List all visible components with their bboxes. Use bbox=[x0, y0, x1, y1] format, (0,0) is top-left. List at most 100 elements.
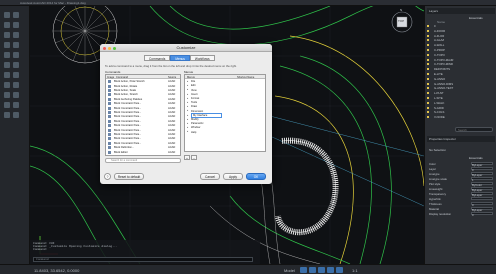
layer-row[interactable]: G-ANNO-DIMS bbox=[427, 82, 495, 86]
minimize-icon[interactable] bbox=[108, 46, 111, 50]
property-value[interactable]: ByLayer bbox=[471, 162, 493, 167]
circle-tool-icon[interactable] bbox=[4, 22, 10, 28]
trim-tool-icon[interactable] bbox=[4, 62, 10, 68]
layer-visibility-icon[interactable] bbox=[427, 92, 429, 95]
disclosure-triangle-icon[interactable]: ▸ bbox=[187, 93, 188, 96]
layer-visibility-icon[interactable] bbox=[427, 87, 429, 90]
layer-row[interactable]: S-GRID bbox=[427, 106, 495, 110]
properties-section[interactable]: Essentials bbox=[469, 156, 483, 160]
property-value[interactable]: ByLayer bbox=[471, 187, 493, 192]
layer-search-input[interactable]: Search bbox=[455, 127, 493, 132]
hatch-tool-icon[interactable] bbox=[13, 32, 19, 38]
layer-row[interactable]: L-SITE bbox=[427, 96, 495, 100]
property-value[interactable]: ByLayer bbox=[471, 207, 493, 212]
rectangle-tool-icon[interactable] bbox=[4, 32, 10, 38]
layer-tool-icon[interactable] bbox=[13, 102, 19, 108]
disclosure-triangle-icon[interactable]: ▸ bbox=[187, 84, 188, 87]
polar-toggle-icon[interactable] bbox=[327, 267, 334, 273]
grid-toggle-icon[interactable] bbox=[300, 267, 307, 273]
layer-visibility-icon[interactable] bbox=[427, 53, 429, 56]
snap-toggle-icon[interactable] bbox=[309, 267, 316, 273]
apply-button[interactable]: Apply bbox=[223, 173, 243, 180]
layer-row[interactable]: G-ANNO-TEXT bbox=[427, 86, 495, 90]
layer-row[interactable]: C-PROP bbox=[427, 48, 495, 52]
layer-visibility-icon[interactable] bbox=[427, 58, 429, 61]
disclosure-triangle-icon[interactable]: ▸ bbox=[187, 101, 188, 104]
fillet-tool-icon[interactable] bbox=[4, 72, 10, 78]
array-tool-icon[interactable] bbox=[13, 82, 19, 88]
layer-row[interactable]: V-NODE bbox=[427, 115, 495, 119]
ortho-toggle-icon[interactable] bbox=[318, 267, 325, 273]
commands-list[interactable]: Image Command Source Block Action, Polar… bbox=[105, 74, 181, 156]
layer-row[interactable]: E-LITE bbox=[427, 72, 495, 76]
tab-commands[interactable]: Commands bbox=[144, 55, 171, 61]
help-button[interactable]: ? bbox=[104, 173, 111, 180]
ok-button[interactable]: OK bbox=[246, 173, 266, 180]
layer-row[interactable]: DEFPOINTS bbox=[427, 67, 495, 71]
layer-visibility-icon[interactable] bbox=[427, 25, 429, 27]
layer-row[interactable]: A-GLAZ bbox=[427, 38, 495, 42]
layer-visibility-icon[interactable] bbox=[427, 77, 429, 80]
layer-visibility-icon[interactable] bbox=[427, 116, 429, 119]
layer-visibility-icon[interactable] bbox=[427, 49, 429, 51]
layer-visibility-icon[interactable] bbox=[427, 73, 429, 75]
layer-visibility-icon[interactable] bbox=[427, 34, 429, 37]
dimension-tool-icon[interactable] bbox=[13, 92, 19, 98]
arc-tool-icon[interactable] bbox=[13, 22, 19, 28]
column-command[interactable]: Command bbox=[116, 76, 128, 79]
property-value[interactable]: 1 bbox=[471, 177, 493, 182]
property-value[interactable]: ByLayer bbox=[471, 192, 493, 197]
disclosure-triangle-icon[interactable]: ▸ bbox=[187, 105, 188, 108]
command-line[interactable]: Command: CUI Command: _Customize Opening… bbox=[30, 240, 260, 264]
disclosure-triangle-icon[interactable]: ▸ bbox=[187, 109, 188, 112]
copy-tool-icon[interactable] bbox=[13, 42, 19, 48]
layer-row[interactable]: A-DOOR bbox=[427, 29, 495, 33]
rotate-tool-icon[interactable] bbox=[4, 52, 10, 58]
viewcube-label[interactable]: TOP bbox=[398, 19, 404, 23]
layer-visibility-icon[interactable] bbox=[427, 63, 429, 66]
close-icon[interactable] bbox=[103, 46, 106, 50]
block-tool-icon[interactable] bbox=[4, 102, 10, 108]
layer-row[interactable]: G-ANNO bbox=[427, 77, 495, 81]
layer-row[interactable]: A-WALL bbox=[427, 43, 495, 47]
layer-visibility-icon[interactable] bbox=[427, 44, 429, 47]
layer-visibility-icon[interactable] bbox=[427, 68, 429, 71]
explode-tool-icon[interactable] bbox=[13, 112, 19, 118]
property-value[interactable]: ByLayer bbox=[471, 172, 493, 177]
layer-state-label[interactable]: Essentials bbox=[469, 16, 483, 20]
disclosure-triangle-icon[interactable]: ▸ bbox=[187, 80, 188, 83]
layer-row[interactable]: A-FLOR bbox=[427, 34, 495, 38]
disclosure-triangle-icon[interactable]: ▸ bbox=[187, 122, 188, 125]
remove-menu-button[interactable]: − bbox=[191, 155, 197, 160]
disclosure-triangle-icon[interactable]: ▸ bbox=[187, 126, 188, 129]
layer-visibility-icon[interactable] bbox=[427, 39, 429, 42]
menu-row[interactable]: ▸ Help bbox=[185, 130, 265, 134]
command-row[interactable]: Block Editor ACAD bbox=[106, 150, 180, 154]
layer-visibility-icon[interactable] bbox=[427, 106, 429, 109]
layer-visibility-icon[interactable] bbox=[427, 97, 429, 99]
zoom-icon[interactable] bbox=[113, 46, 116, 50]
disclosure-triangle-icon[interactable]: ▸ bbox=[187, 97, 188, 100]
tab-menus[interactable]: Menus bbox=[170, 55, 190, 61]
line-tool-icon[interactable] bbox=[4, 12, 10, 18]
annotation-scale[interactable]: 1:1 bbox=[352, 268, 358, 273]
disclosure-triangle-icon[interactable]: ▸ bbox=[187, 118, 188, 121]
property-value[interactable]: 0 bbox=[471, 212, 493, 217]
reset-button[interactable]: Reset to default bbox=[114, 173, 144, 180]
layer-row[interactable]: L-WALK bbox=[427, 101, 495, 105]
extend-tool-icon[interactable] bbox=[13, 62, 19, 68]
erase-tool-icon[interactable] bbox=[4, 112, 10, 118]
offset-tool-icon[interactable] bbox=[13, 72, 19, 78]
command-search-input[interactable]: Search for a command bbox=[105, 158, 181, 163]
column-image[interactable]: Image bbox=[107, 76, 114, 79]
osnap-toggle-icon[interactable] bbox=[336, 267, 343, 273]
model-label[interactable]: Model bbox=[284, 268, 295, 273]
layer-row[interactable]: C-TOPO-MINR bbox=[427, 62, 495, 66]
disclosure-triangle-icon[interactable]: ▸ bbox=[187, 130, 188, 133]
layer-visibility-icon[interactable] bbox=[427, 29, 429, 32]
menus-tree[interactable]: Menus Shortcut Name ▸ File ▸ Edit ▸ View ▸ Inse… bbox=[184, 74, 266, 152]
layer-row[interactable]: 0 bbox=[427, 24, 495, 28]
property-value[interactable] bbox=[471, 197, 493, 200]
text-tool-icon[interactable] bbox=[4, 92, 10, 98]
add-menu-button[interactable]: + bbox=[184, 155, 190, 160]
